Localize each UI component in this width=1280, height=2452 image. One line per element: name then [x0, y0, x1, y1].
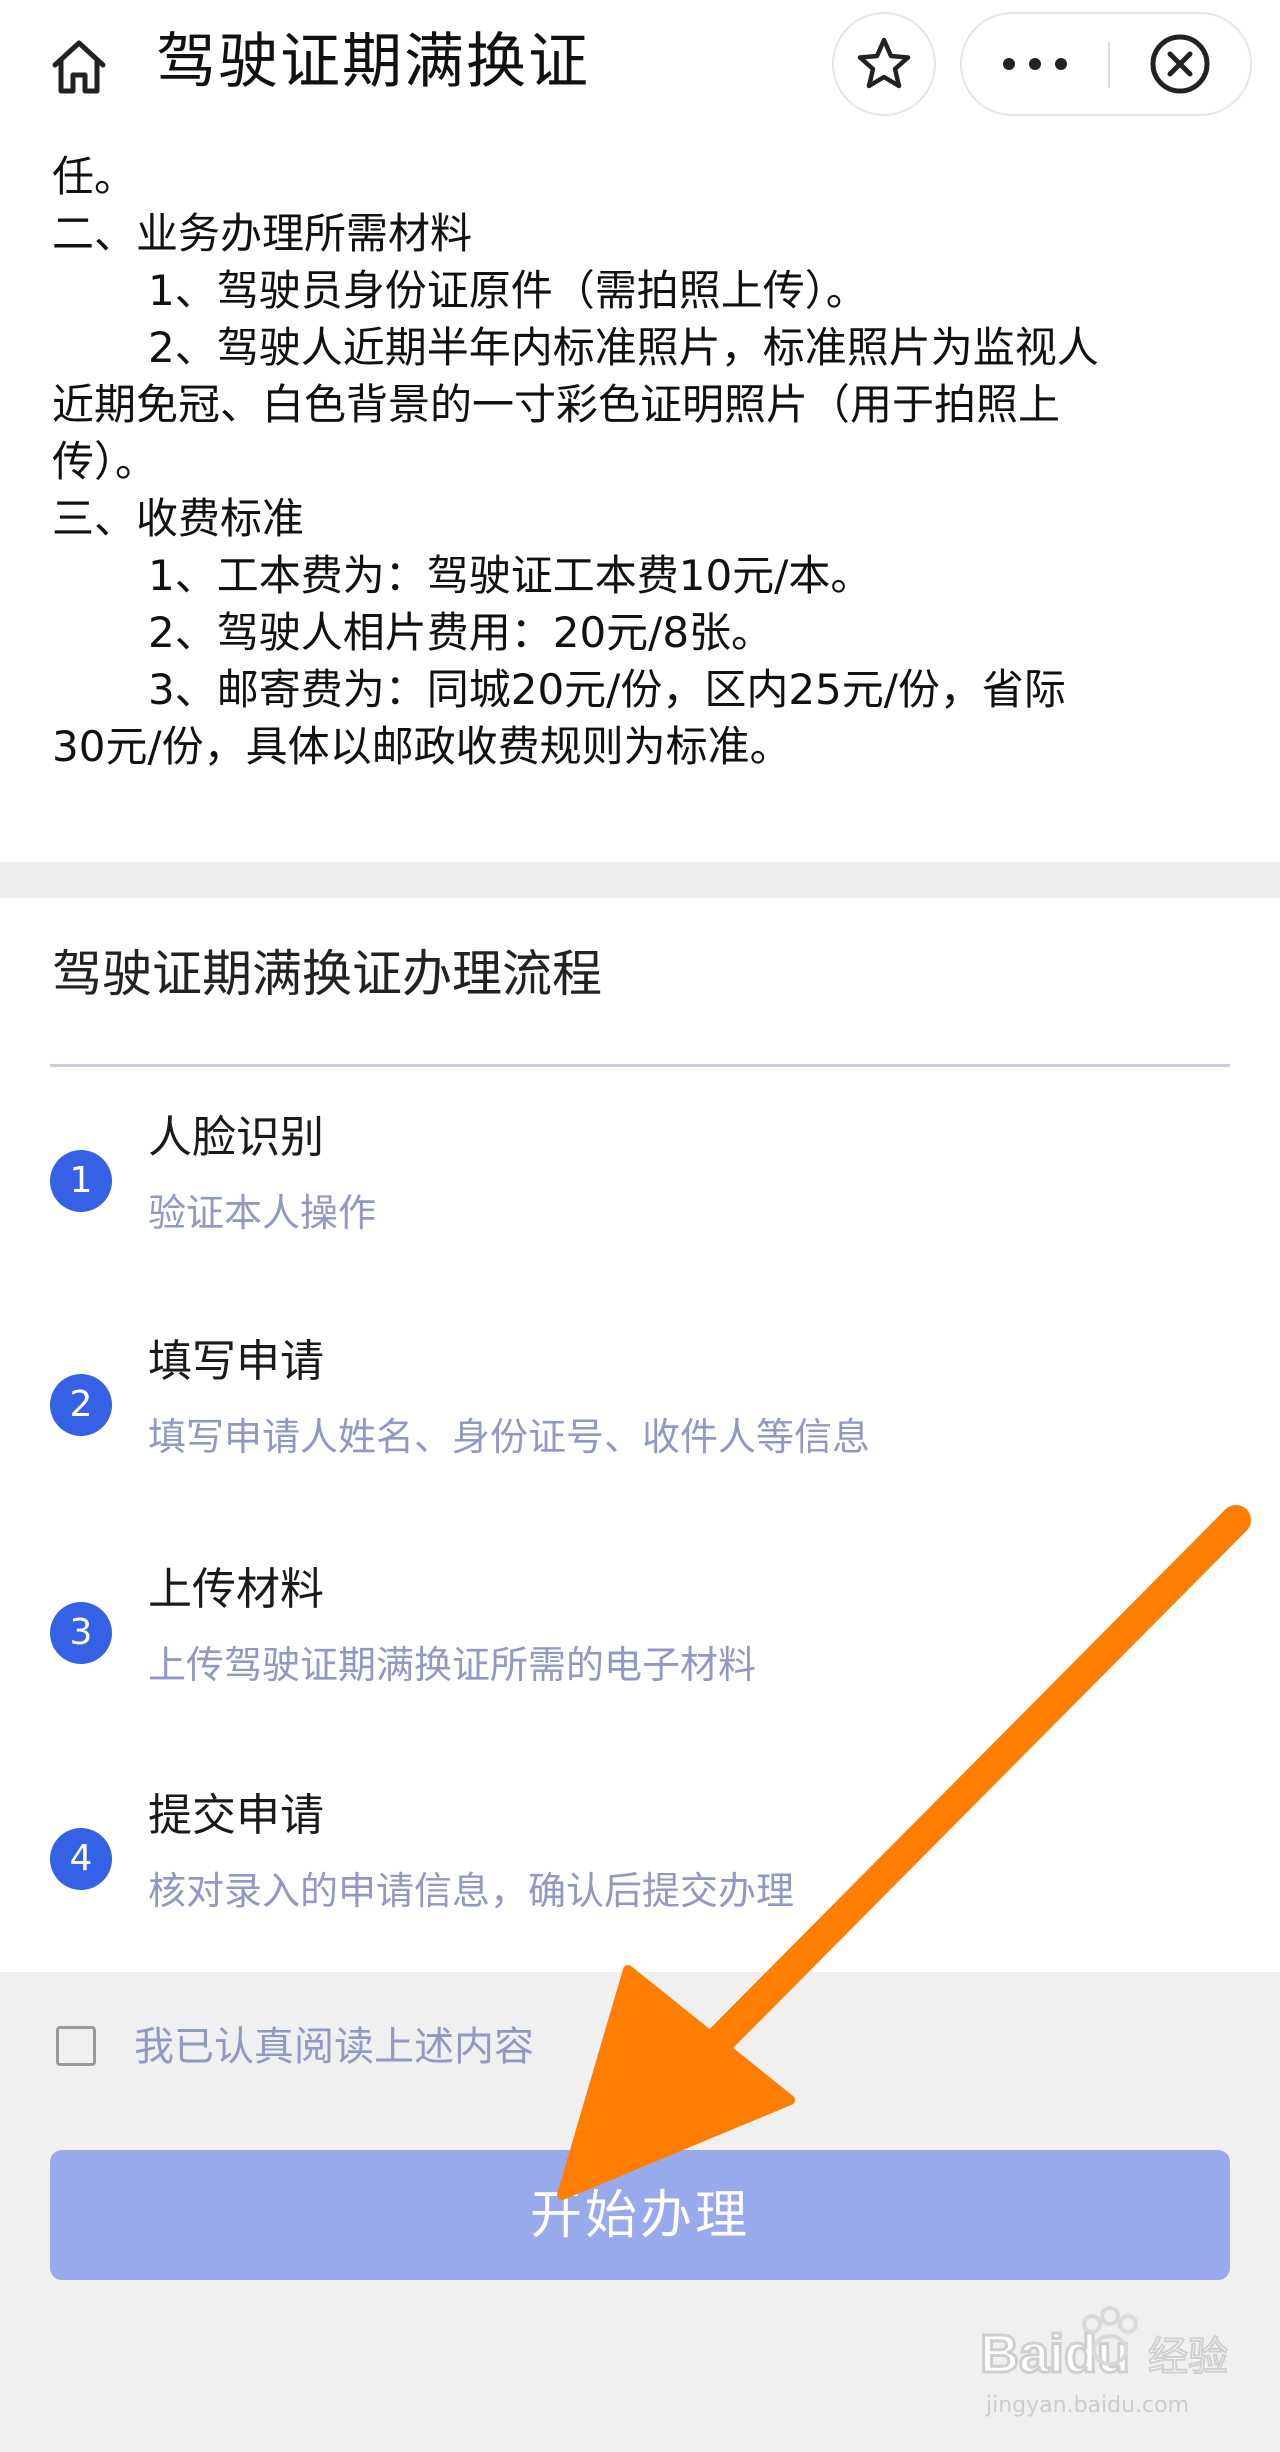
- watermark-brand-cn: 经验: [1148, 2334, 1228, 2380]
- step-number-badge: 4: [50, 1828, 112, 1890]
- step-title: 上传材料: [148, 1564, 324, 1615]
- step-number-badge: 3: [50, 1602, 112, 1664]
- fee-item-1: 1、工本费为：驾驶证工本费10元/本。: [148, 551, 873, 600]
- more-button[interactable]: [962, 14, 1108, 114]
- fee-item-3-line-1: 3、邮寄费为：同城20元/份，区内25元/份，省际: [148, 665, 1066, 714]
- process-title: 驾驶证期满换证办理流程: [52, 945, 602, 1003]
- section-separator: [0, 862, 1280, 898]
- home-icon: [52, 40, 106, 94]
- agreement-label[interactable]: 我已认真阅读上述内容: [134, 2020, 534, 2074]
- process-step: 4 提交申请 核对录入的申请信息，确认后提交办理: [0, 1788, 1280, 1928]
- process-step: 3 上传材料 上传驾驶证期满换证所需的电子材料: [0, 1562, 1280, 1702]
- step-title: 填写申请: [148, 1336, 324, 1387]
- process-step: 2 填写申请 填写申请人姓名、身份证号、收件人等信息: [0, 1334, 1280, 1474]
- notice-text: 任。 二、业务办理所需材料 1、驾驶员身份证原件（需拍照上传）。 2、驾驶人近期…: [52, 148, 1242, 775]
- step-description: 验证本人操作: [148, 1191, 377, 1235]
- watermark-url: jingyan.baidu.com: [985, 2393, 1189, 2418]
- material-item-2-line-2: 近期免冠、白色背景的一寸彩色证明照片（用于拍照上: [52, 380, 1061, 429]
- home-button[interactable]: [38, 26, 120, 108]
- menu-capsule: [960, 12, 1252, 116]
- step-description: 填写申请人姓名、身份证号、收件人等信息: [148, 1415, 871, 1459]
- step-description: 上传驾驶证期满换证所需的电子材料: [148, 1643, 757, 1687]
- close-circle-icon: [1150, 34, 1210, 94]
- start-button[interactable]: 开始办理: [50, 2150, 1230, 2280]
- watermark-brand: Baidu: [980, 2324, 1130, 2384]
- baidu-watermark: Baidu 经验 jingyan.baidu.com: [979, 2304, 1240, 2424]
- step-number-badge: 1: [50, 1150, 112, 1212]
- fee-item-2: 2、驾驶人相片费用：20元/8张。: [148, 608, 774, 657]
- page-title: 驾驶证期满换证: [156, 27, 590, 97]
- step-title: 提交申请: [148, 1790, 324, 1841]
- close-button[interactable]: [1110, 14, 1250, 114]
- star-icon: [857, 37, 911, 89]
- section-materials-title: 二、业务办理所需材料: [52, 209, 473, 258]
- favorite-button[interactable]: [832, 12, 936, 116]
- notice-tail: 任。: [52, 152, 137, 201]
- step-description: 核对录入的申请信息，确认后提交办理: [148, 1869, 795, 1913]
- section-fees-title: 三、收费标准: [52, 494, 305, 543]
- agreement-checkbox[interactable]: [56, 2026, 96, 2066]
- top-nav-bar: 驾驶证期满换证: [0, 0, 1280, 130]
- process-step: 1 人脸识别 验证本人操作: [0, 1110, 1280, 1250]
- fee-item-3-line-2: 30元/份，具体以邮政收费规则为标准。: [52, 722, 792, 771]
- process-divider: [50, 1064, 1230, 1067]
- material-item-2-line-3: 传）。: [52, 437, 158, 486]
- material-item-2-line-1: 2、驾驶人近期半年内标准照片，标准照片为监视人: [148, 323, 1099, 372]
- step-title: 人脸识别: [148, 1112, 324, 1163]
- step-number-badge: 2: [50, 1374, 112, 1436]
- material-item-1: 1、驾驶员身份证原件（需拍照上传）。: [148, 266, 868, 315]
- more-dots-icon: [1003, 58, 1067, 70]
- paw-logo-icon: Baidu 经验 jingyan.baidu.com: [979, 2306, 1229, 2418]
